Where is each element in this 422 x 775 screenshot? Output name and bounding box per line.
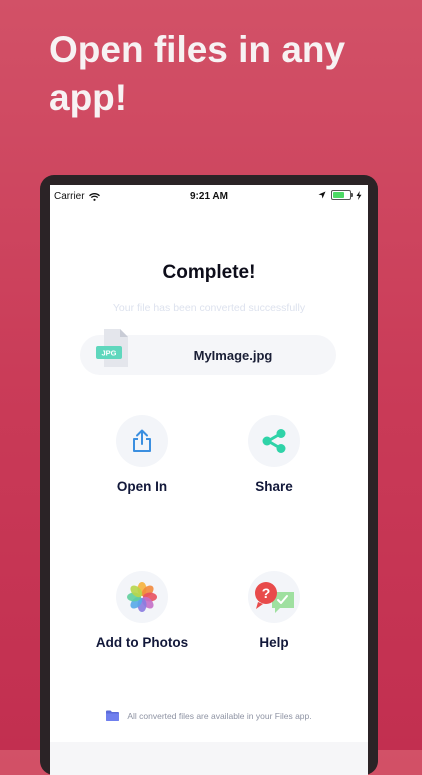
file-type-badge: JPG xyxy=(101,349,116,358)
status-bar: Carrier 9:21 AM xyxy=(50,185,368,207)
device-screen: Carrier 9:21 AM Complete! Your file has … xyxy=(50,185,368,775)
folder-icon xyxy=(106,710,120,721)
share-icon-circle xyxy=(248,415,300,467)
jpg-file-icon: JPG xyxy=(96,329,128,367)
share-label: Share xyxy=(255,479,293,494)
svg-text:?: ? xyxy=(262,585,271,601)
bottom-strip xyxy=(50,742,368,775)
help-chat-icon: ? xyxy=(255,582,294,613)
converted-file-item[interactable]: JPG MyImage.jpg xyxy=(80,329,336,375)
device-frame: Carrier 9:21 AM Complete! Your file has … xyxy=(40,175,378,775)
share-nodes-icon xyxy=(262,429,286,453)
open-in-button[interactable]: Open In xyxy=(77,415,207,494)
footer-note: All converted files are available in you… xyxy=(50,710,368,721)
help-label: Help xyxy=(259,635,289,650)
status-right-group xyxy=(318,190,362,200)
headline: Open files in any app! xyxy=(49,29,346,118)
file-name: MyImage.jpg xyxy=(193,348,273,363)
share-upload-icon xyxy=(133,429,151,452)
add-to-photos-label: Add to Photos xyxy=(95,635,189,650)
share-button[interactable]: Share xyxy=(209,415,339,494)
result-title: Complete! xyxy=(162,262,256,283)
location-arrow-icon xyxy=(318,191,326,199)
result-subtitle: Your file has been converted successfull… xyxy=(112,302,306,314)
help-button[interactable]: ? Help xyxy=(209,571,339,650)
photos-icon-circle xyxy=(116,571,168,623)
add-to-photos-button[interactable]: Add to Photos xyxy=(77,571,207,650)
open-in-label: Open In xyxy=(116,479,168,494)
open-in-icon-circle xyxy=(116,415,168,467)
battery-fill xyxy=(333,192,344,198)
battery-icon xyxy=(331,190,353,200)
help-icon-circle: ? xyxy=(248,571,300,623)
charging-bolt-icon xyxy=(356,190,362,200)
photos-flower-icon xyxy=(127,582,157,612)
footer-note-text: All converted files are available in you… xyxy=(127,710,312,721)
